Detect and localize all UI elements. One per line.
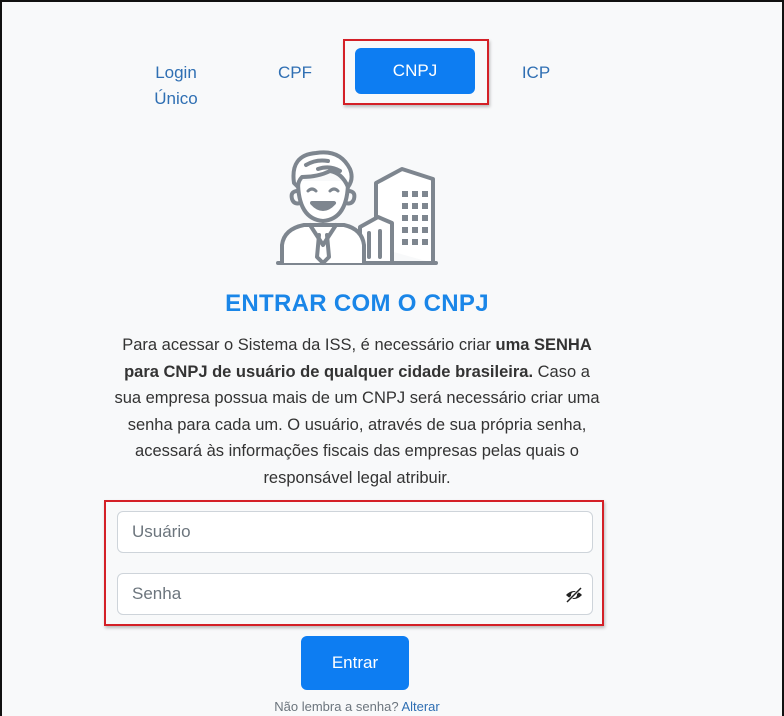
tab-cpf[interactable]: CPF [270,60,320,86]
description-part2: Caso a sua empresa possua mais de um CNP… [114,362,600,487]
description-part1: Para acessar o Sistema da ISS, é necessá… [122,336,496,354]
password-field [117,573,593,615]
change-password-link[interactable]: Alterar [401,699,439,714]
tab-login-line2: Único [154,89,198,108]
username-input[interactable] [118,512,592,552]
page-title: ENTRAR COM O CNPJ [225,290,489,317]
password-input[interactable] [118,574,592,614]
tab-cnpj[interactable]: CNPJ [355,48,475,94]
description: Para acessar o Sistema da ISS, é necessá… [112,332,602,491]
username-field [117,511,593,553]
enter-button[interactable]: Entrar [301,636,409,690]
person-building-illustration [276,150,438,265]
tab-login-line1: Login [155,63,197,82]
eye-slash-icon[interactable] [564,585,584,605]
forgot-text: Não lembra a senha? [274,699,402,714]
tab-login-unico[interactable]: Login Único [142,60,210,112]
tab-icp[interactable]: ICP [508,60,564,86]
page-frame: Login Único CPF CNPJ ICP ENTRAR COM O CN… [0,0,784,716]
forgot-password: Não lembra a senha? Alterar [2,699,712,714]
